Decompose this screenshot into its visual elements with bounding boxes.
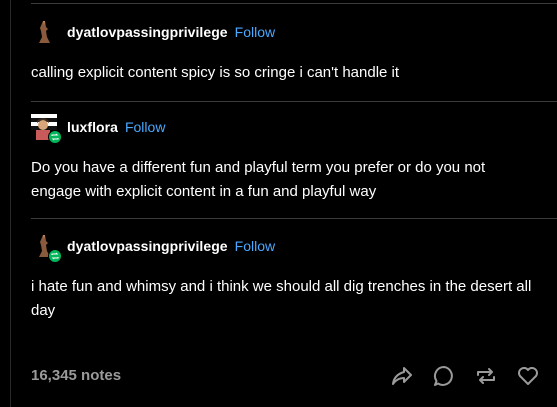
divider	[31, 218, 557, 219]
post-header: luxflora Follow	[31, 114, 165, 144]
follow-button[interactable]: Follow	[125, 119, 165, 135]
post-footer: 16,345 notes	[11, 356, 557, 396]
avatar[interactable]	[31, 114, 62, 144]
post-header: dyatlovpassingprivilege Follow	[31, 233, 275, 263]
post-text: i hate fun and whimsy and i think we sho…	[31, 278, 532, 319]
follow-button[interactable]: Follow	[235, 238, 275, 254]
post-text: Do you have a different fun and playful …	[31, 159, 486, 200]
notes-count[interactable]: 16,345 notes	[31, 367, 121, 384]
like-icon[interactable]	[516, 364, 540, 388]
divider	[31, 3, 557, 4]
reply-icon[interactable]	[432, 364, 456, 388]
username[interactable]: dyatlovpassingprivilege	[67, 238, 228, 254]
reblog-badge-icon	[48, 249, 62, 263]
post-card: dyatlovpassingprivilege Follow calling e…	[10, 0, 557, 407]
username[interactable]: dyatlovpassingprivilege	[67, 24, 228, 40]
avatar[interactable]	[31, 233, 62, 263]
follow-button[interactable]: Follow	[235, 24, 275, 40]
post-header: dyatlovpassingprivilege Follow	[31, 19, 275, 45]
avatar-image	[39, 21, 50, 43]
reblog-icon[interactable]	[474, 364, 498, 388]
share-icon[interactable]	[390, 364, 414, 388]
username[interactable]: luxflora	[67, 119, 118, 135]
reblog-badge-icon	[48, 130, 62, 144]
divider	[31, 101, 557, 102]
avatar[interactable]	[31, 19, 57, 45]
post-actions	[390, 364, 540, 388]
post-text: calling explicit content spicy is so cri…	[31, 64, 400, 81]
